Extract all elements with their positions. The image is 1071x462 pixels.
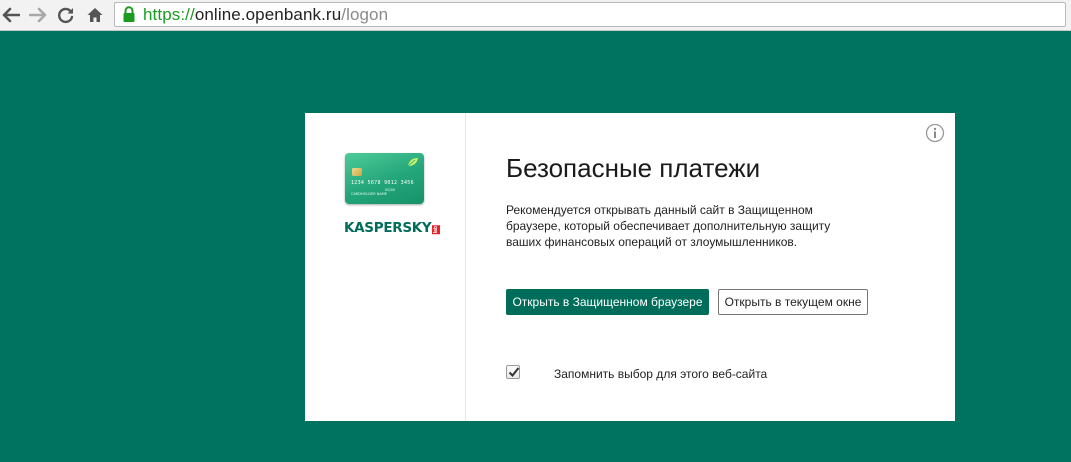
- url-text: https://online.openbank.ru/logon: [143, 5, 388, 25]
- logo-text: KASPERSKY: [344, 220, 432, 236]
- home-button[interactable]: [84, 4, 106, 26]
- card-holder: CARDHOLDER NAME: [351, 192, 387, 196]
- logo-lab: lab: [432, 224, 441, 234]
- info-icon[interactable]: [925, 123, 945, 143]
- kaspersky-logo: KASPERSKY lab: [344, 220, 441, 236]
- dialog-description: Рекомендуется открывать данный сайт в За…: [506, 203, 831, 249]
- branding-panel: 1234 5678 9012 3456 00/00 CARDHOLDER NAM…: [305, 113, 466, 421]
- remember-choice-label[interactable]: Запомнить выбор для этого веб-сайта: [554, 367, 767, 381]
- card-chip: [352, 168, 362, 176]
- open-protected-browser-button[interactable]: Открыть в Защищенном браузере: [506, 289, 709, 315]
- url-host: online.openbank.ru: [194, 4, 342, 24]
- dialog-title: Безопасные платежи: [506, 153, 761, 183]
- browser-toolbar: https://online.openbank.ru/logon: [0, 0, 1071, 31]
- safe-money-dialog: 1234 5678 9012 3456 00/00 CARDHOLDER NAM…: [305, 113, 955, 421]
- checkmark-icon: [508, 367, 520, 377]
- forward-button[interactable]: [27, 4, 49, 26]
- url-path: /logon: [341, 4, 389, 24]
- back-icon: [2, 7, 20, 23]
- forward-icon: [29, 7, 47, 23]
- home-icon: [87, 8, 103, 22]
- open-current-window-button[interactable]: Открыть в текущем окне: [718, 289, 868, 315]
- back-button[interactable]: [0, 4, 22, 26]
- reload-button[interactable]: [55, 4, 77, 26]
- address-bar[interactable]: https://online.openbank.ru/logon: [114, 2, 1066, 27]
- url-scheme: https://: [143, 4, 195, 24]
- reload-icon: [58, 7, 74, 24]
- leaf-icon: [407, 158, 418, 167]
- remember-choice-checkbox[interactable]: [506, 365, 520, 379]
- card-number: 1234 5678 9012 3456: [351, 180, 414, 186]
- bank-card-image: 1234 5678 9012 3456 00/00 CARDHOLDER NAM…: [345, 153, 424, 204]
- lock-icon: [119, 5, 139, 25]
